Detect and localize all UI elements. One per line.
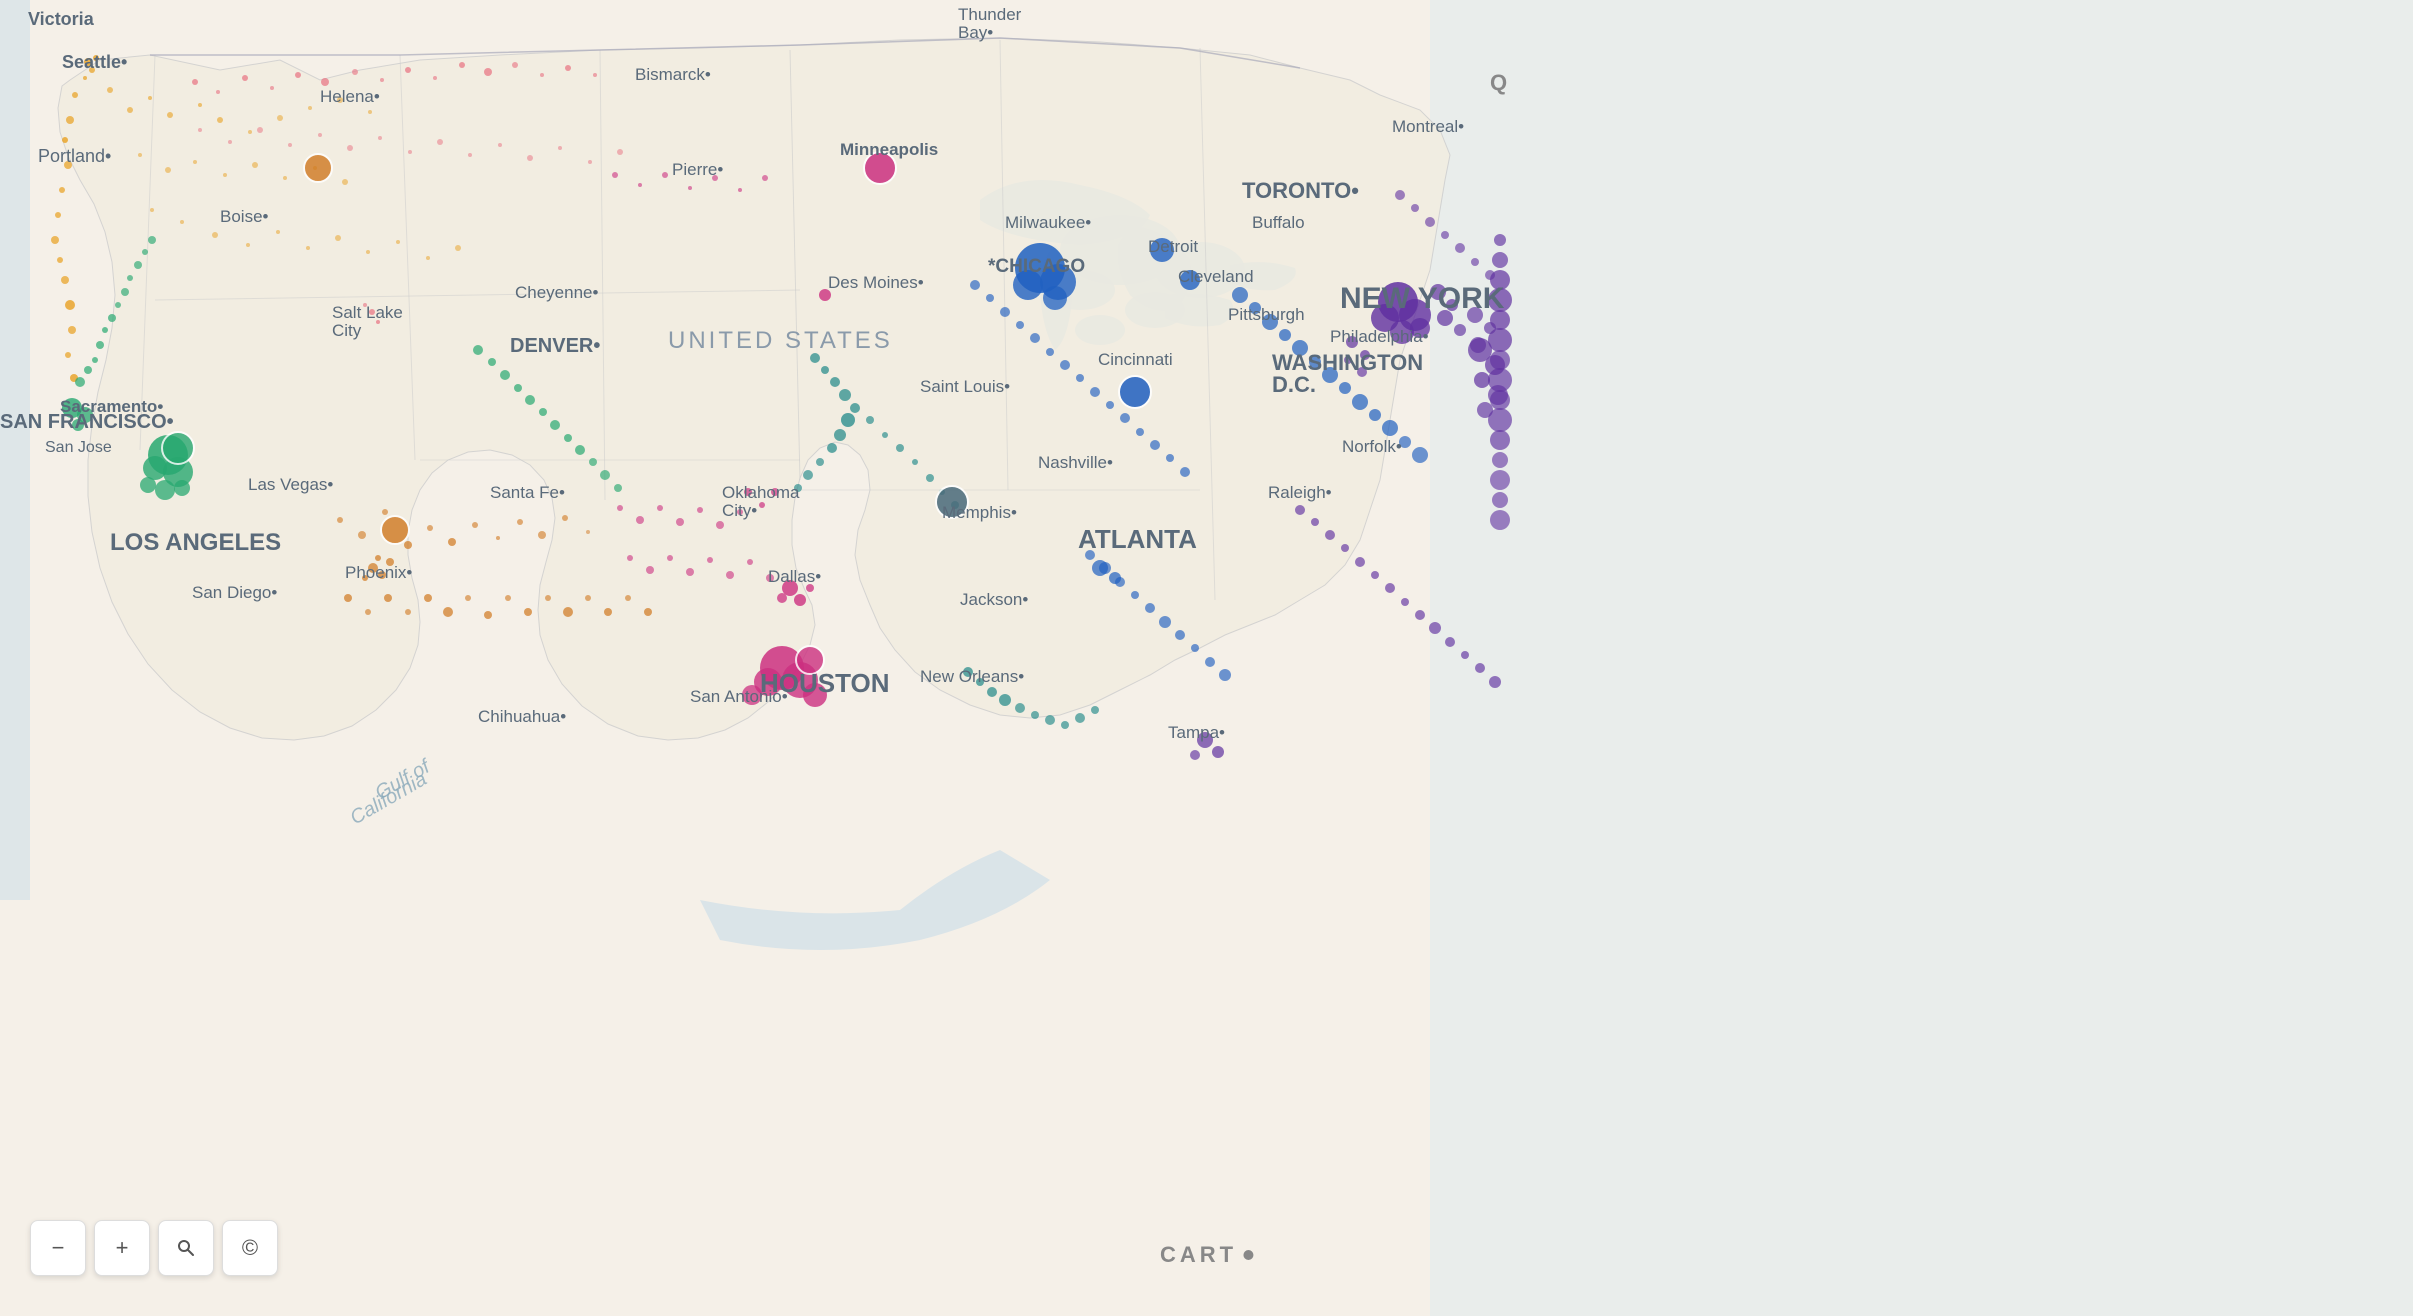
svg-text:*CHICAGO: *CHICAGO <box>988 256 1085 277</box>
zoom-out-button[interactable]: − <box>30 1220 86 1276</box>
svg-text:Pierre•: Pierre• <box>672 160 723 179</box>
svg-text:Cleveland: Cleveland <box>1178 267 1254 286</box>
svg-text:UNITED STATES: UNITED STATES <box>668 327 893 354</box>
svg-text:Portland•: Portland• <box>38 146 111 166</box>
svg-text:Bay•: Bay• <box>958 23 993 42</box>
svg-text:Milwaukee•: Milwaukee• <box>1005 213 1091 232</box>
svg-text:ATLANTA: ATLANTA <box>1078 524 1197 554</box>
svg-text:Cheyenne•: Cheyenne• <box>515 283 599 302</box>
map-container: Gulf of California <box>0 0 2413 1316</box>
svg-text:DENVER•: DENVER• <box>510 335 600 357</box>
svg-text:Philadelphia•: Philadelphia• <box>1330 327 1429 346</box>
svg-text:Santa Fe•: Santa Fe• <box>490 483 565 502</box>
svg-text:Nashville•: Nashville• <box>1038 453 1113 472</box>
zoom-in-button[interactable]: + <box>94 1220 150 1276</box>
svg-text:Bismarck•: Bismarck• <box>635 65 711 84</box>
svg-text:Seattle•: Seattle• <box>62 52 127 72</box>
svg-text:Cincinnati: Cincinnati <box>1098 350 1173 369</box>
svg-text:Helena•: Helena• <box>320 87 380 106</box>
svg-text:Boise•: Boise• <box>220 207 269 226</box>
svg-text:Q: Q <box>1490 70 1507 95</box>
carto-dot <box>1243 1250 1253 1260</box>
svg-text:Montreal•: Montreal• <box>1392 117 1464 136</box>
svg-text:San Diego•: San Diego• <box>192 583 277 602</box>
svg-text:NEW YORK: NEW YORK <box>1340 282 1505 315</box>
svg-text:Salt Lake: Salt Lake <box>332 303 403 322</box>
svg-text:San Jose: San Jose <box>45 439 112 456</box>
carto-watermark: CART <box>1160 1242 1253 1268</box>
svg-text:Raleigh•: Raleigh• <box>1268 483 1332 502</box>
svg-text:SAN FRANCISCO•: SAN FRANCISCO• <box>0 411 174 433</box>
attribution-button[interactable]: © <box>222 1220 278 1276</box>
svg-text:City•: City• <box>722 501 757 520</box>
svg-text:LOS ANGELES: LOS ANGELES <box>110 529 281 556</box>
svg-text:Detroit: Detroit <box>1148 237 1198 256</box>
svg-text:Memphis•: Memphis• <box>942 503 1017 522</box>
svg-text:Phoenix•: Phoenix• <box>345 563 412 582</box>
svg-text:TORONTO•: TORONTO• <box>1242 178 1359 203</box>
svg-text:Des Moines•: Des Moines• <box>828 273 924 292</box>
svg-text:D.C.: D.C. <box>1272 372 1316 397</box>
svg-text:New Orleans•: New Orleans• <box>920 667 1024 686</box>
svg-text:Minneapolis: Minneapolis <box>840 140 938 159</box>
svg-text:Norfolk•: Norfolk• <box>1342 437 1402 456</box>
svg-text:Dallas•: Dallas• <box>768 567 821 586</box>
svg-text:Buffalo: Buffalo <box>1252 213 1305 232</box>
svg-text:Jackson•: Jackson• <box>960 590 1028 609</box>
svg-text:Oklahoma: Oklahoma <box>722 483 800 502</box>
svg-text:Pittsburgh: Pittsburgh <box>1228 305 1305 324</box>
svg-text:Thunder: Thunder <box>958 5 1022 24</box>
carto-text: CART <box>1160 1242 1237 1268</box>
map-controls: − + © <box>30 1220 278 1276</box>
svg-text:Las Vegas•: Las Vegas• <box>248 475 333 494</box>
svg-text:Chihuahua•: Chihuahua• <box>478 707 566 726</box>
map-svg: Gulf of California <box>0 0 2413 1316</box>
svg-text:San Antonio•: San Antonio• <box>690 687 788 706</box>
svg-text:Saint Louis•: Saint Louis• <box>920 377 1010 396</box>
svg-text:City: City <box>332 321 362 340</box>
svg-text:Tampa•: Tampa• <box>1168 723 1225 742</box>
svg-text:Victoria: Victoria <box>28 9 95 29</box>
search-button[interactable] <box>158 1220 214 1276</box>
